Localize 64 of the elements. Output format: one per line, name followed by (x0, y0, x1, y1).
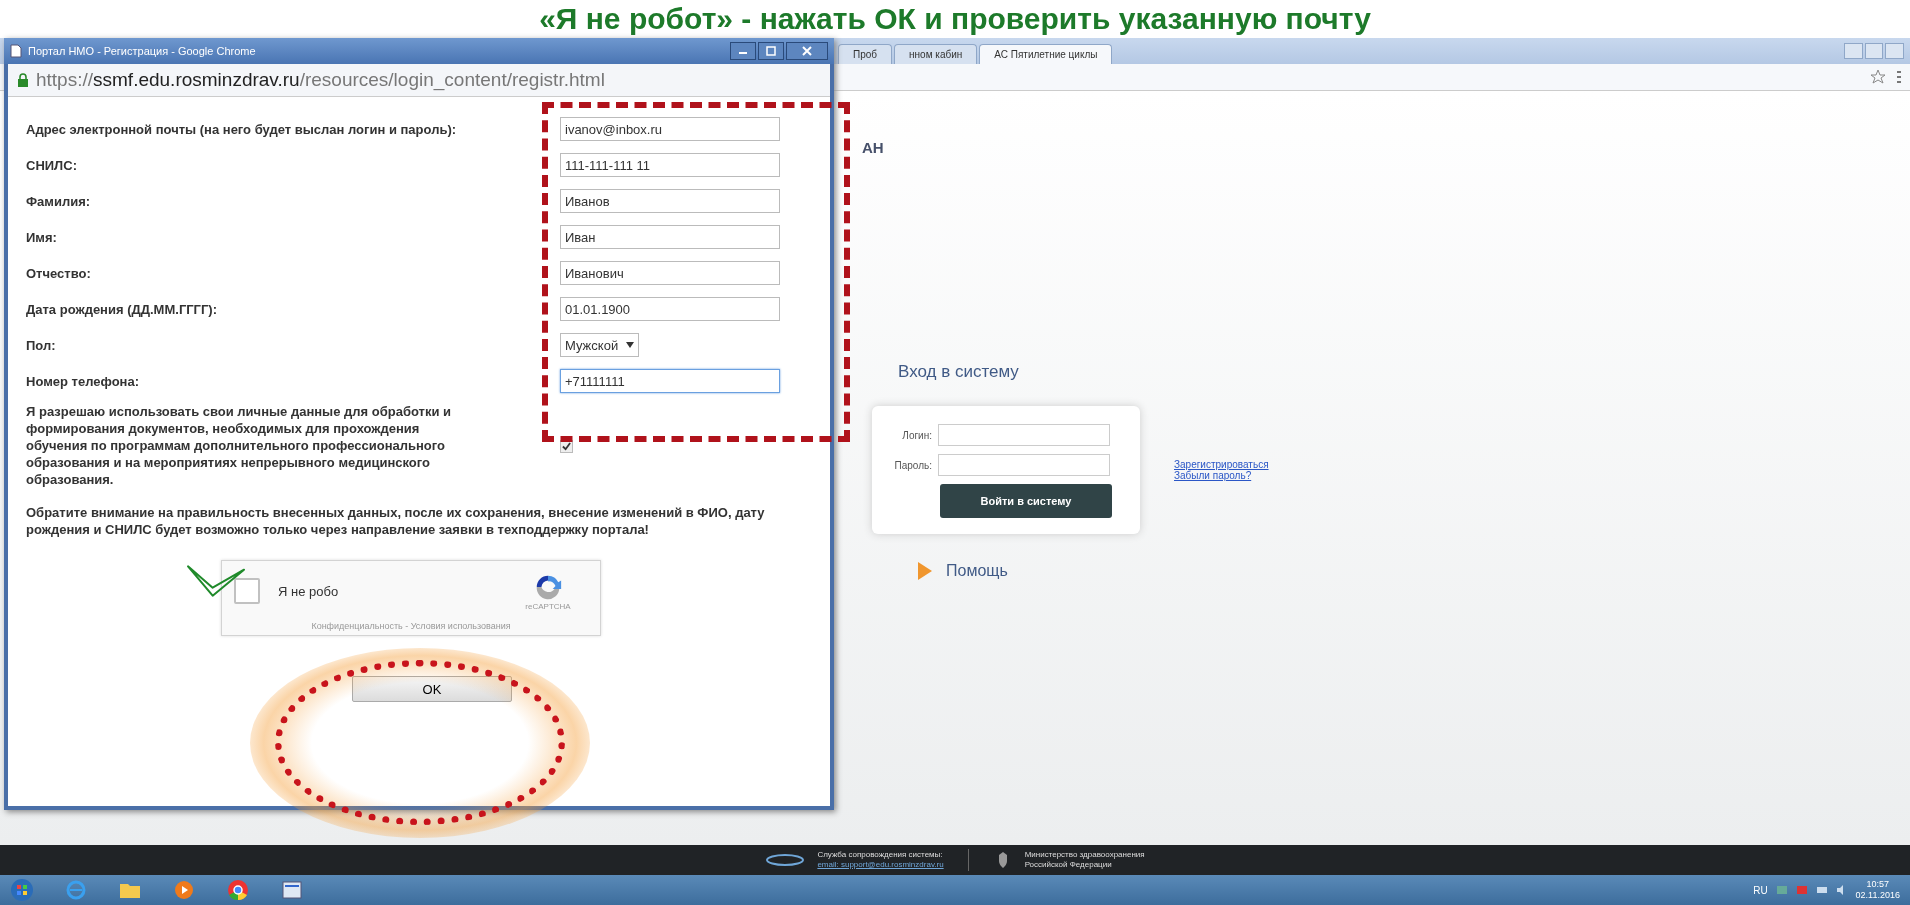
field-label: Фамилия: (26, 193, 92, 209)
input-field[interactable]: Иван (560, 225, 780, 249)
browser-tab[interactable]: нном кабин (894, 44, 978, 64)
input-field[interactable]: ivanov@inbox.ru (560, 117, 780, 141)
consent-text: Я разрешаю использовать свои личные данные для обработки и формирования документов, необходимых для прохождения обучения по программам дополнительного профессионального образования и на мероприятиях непрерывного медицинского образования. (26, 403, 453, 488)
start-button-icon[interactable] (10, 878, 34, 902)
field-label: Адрес электронной почты (на него будет выслан логин и пароль): (26, 121, 458, 137)
help-link[interactable]: Помощь (946, 562, 1008, 580)
captcha-label: Я не робо (278, 583, 340, 599)
browser-tab[interactable]: АС Пятилетние циклы (979, 44, 1113, 64)
input-field[interactable]: 111-111-111 11 (560, 153, 780, 177)
menu-icon[interactable] (1894, 69, 1904, 85)
input-field[interactable]: 01.01.1900 (560, 297, 780, 321)
app-window-icon[interactable] (280, 878, 304, 902)
input-field[interactable]: +71111111 (560, 369, 780, 393)
footer-text: Служба сопровождения системы: (817, 850, 944, 860)
close-icon (802, 46, 812, 56)
footer-text: Российской Федерации (1024, 860, 1113, 870)
dropdown[interactable]: Мужской (560, 333, 640, 357)
media-player-icon[interactable] (172, 878, 196, 902)
link[interactable]: Зарегистрироваться (1174, 459, 1269, 470)
page-icon (10, 44, 22, 58)
field-label: Пол: (26, 337, 57, 353)
field-label: Номер телефона: (26, 373, 141, 389)
maximize-button[interactable] (758, 42, 784, 60)
browser-icon[interactable] (64, 878, 88, 902)
lock-icon (16, 72, 30, 88)
link[interactable]: Забыли пароль? (1174, 470, 1269, 481)
field-label: Отчество: (26, 265, 92, 281)
ok-button[interactable]: OK (352, 676, 512, 702)
window-title: Портал НМО - Регистрация - Google Chrome (28, 45, 256, 57)
page-heading: АН (862, 139, 884, 156)
input-field[interactable]: Иванов (560, 189, 780, 213)
slide-heading: «Я не робот» - нажать ОК и проверить указанную почту (538, 1, 1372, 37)
notice-text: Обратите внимание на правильность внесенных данных, после их сохранения, внесение изменений в ФИО, дату рождения и СНИЛС будет возможно только через направление заявки в техподдержку портала! (26, 504, 766, 538)
captcha-brand: reCAPTCHA (525, 601, 571, 611)
input-field[interactable] (938, 454, 1110, 476)
clock[interactable]: 10:57 02.11.2016 (1855, 879, 1900, 901)
captcha-terms: Конфиденциальность - Условия использования (310, 621, 512, 631)
captcha-checkbox[interactable] (234, 578, 260, 604)
input-field[interactable] (938, 424, 1110, 446)
input-field[interactable]: Иванович (560, 261, 780, 285)
checkmark-annotation (186, 564, 246, 598)
login-title: Вход в систему (898, 362, 1019, 382)
chrome-icon[interactable] (226, 878, 250, 902)
logo-icon (765, 853, 806, 867)
tray-icon[interactable] (1775, 884, 1788, 896)
field-label: СНИЛС: (26, 157, 78, 173)
footer-text: Министерство здравоохранения (1024, 850, 1145, 860)
caret-icon (626, 342, 635, 348)
browser-tab[interactable]: Проб (838, 44, 893, 64)
minimize-button[interactable] (730, 42, 756, 60)
maximize-icon (766, 46, 776, 56)
field-label: Дата рождения (ДД.ММ.ГГГГ): (26, 301, 219, 317)
login-button[interactable]: Войти в систему (940, 484, 1112, 518)
field-label: Логин: (901, 429, 932, 441)
language-indicator[interactable]: RU (1753, 884, 1768, 896)
triangle-icon (918, 562, 932, 580)
field-label: Имя: (26, 229, 58, 245)
field-label: Пароль: (893, 459, 932, 471)
close-button[interactable] (786, 42, 828, 60)
window-controls-icon[interactable] (1844, 43, 1904, 59)
star-icon[interactable] (1870, 69, 1886, 85)
email-link[interactable]: email: support@edu.rosminzdrav.ru (817, 860, 944, 870)
